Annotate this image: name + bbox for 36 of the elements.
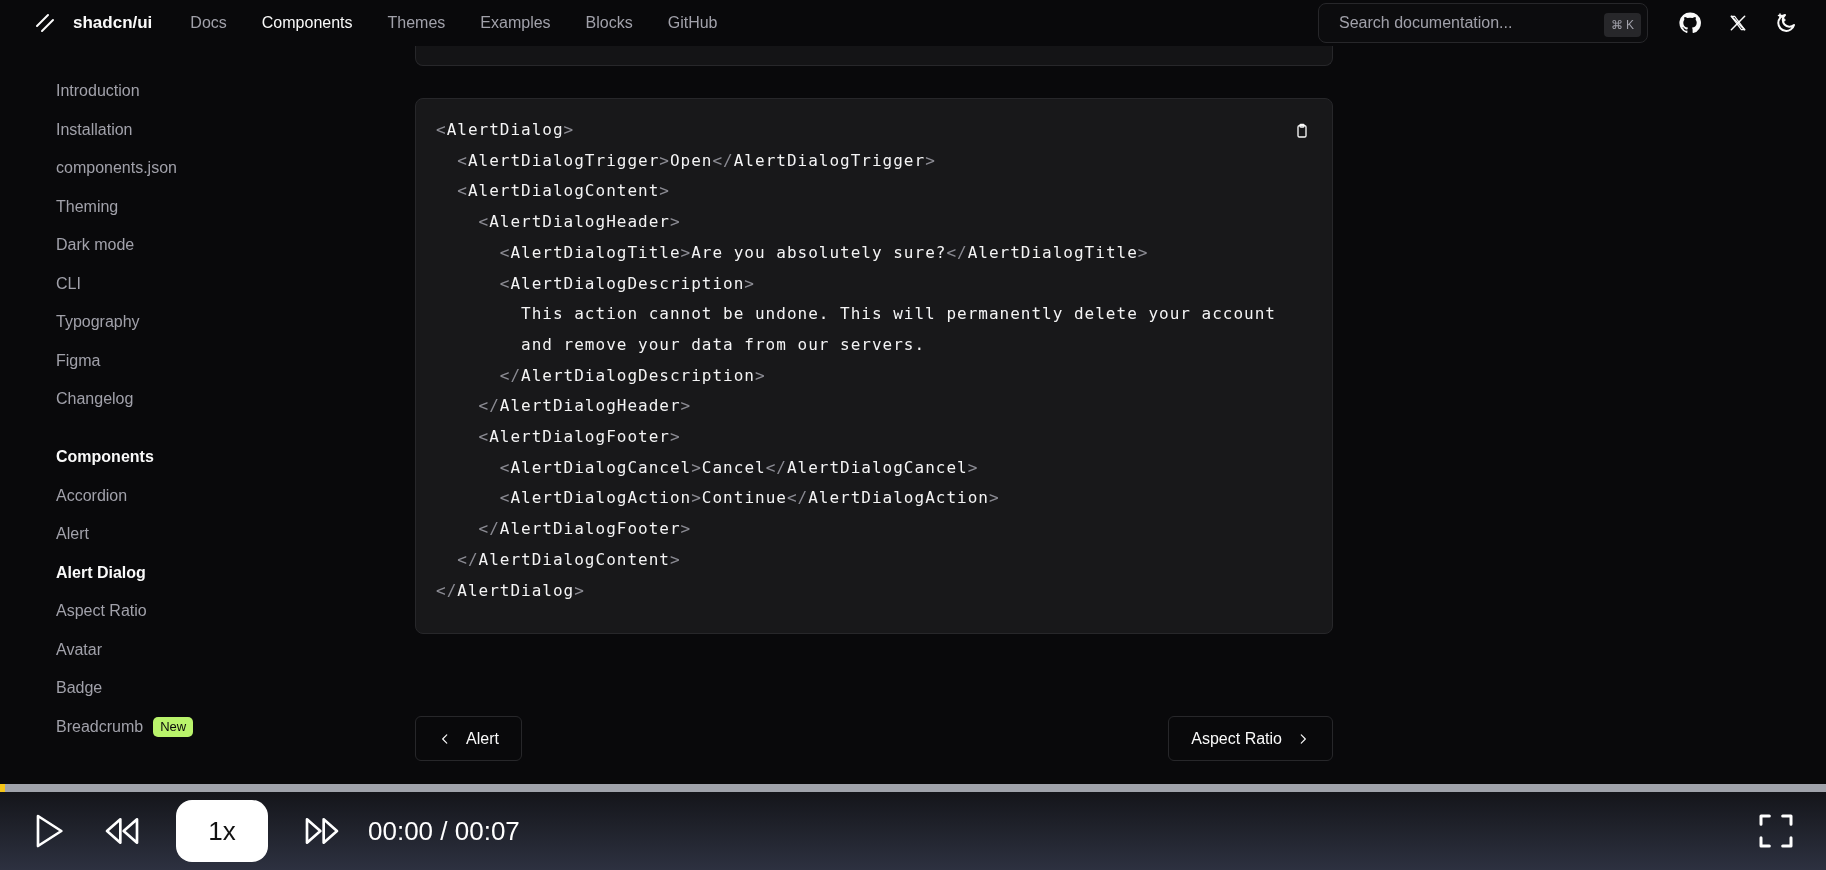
sidebar-item[interactable]: Typography — [56, 303, 140, 342]
nav-link[interactable]: Components — [261, 11, 353, 35]
logo-icon — [33, 11, 57, 35]
sidebar-item[interactable]: Installation — [56, 110, 133, 149]
nav-link[interactable]: Themes — [387, 11, 446, 35]
sidebar-item[interactable]: Dark mode — [56, 226, 135, 265]
sidebar-item[interactable]: Avatar — [56, 630, 102, 669]
new-tag: New — [153, 716, 194, 737]
sidebar-item[interactable]: Figma — [56, 341, 101, 380]
copy-icon[interactable] — [1294, 123, 1310, 139]
nav-link[interactable]: Docs — [190, 11, 227, 35]
sidebar-item[interactable]: Alert — [56, 515, 89, 554]
github-icon[interactable] — [1678, 11, 1702, 35]
nav-link[interactable]: GitHub — [667, 11, 718, 35]
speed-button[interactable]: 1x — [176, 800, 268, 862]
nav-link[interactable]: Examples — [480, 11, 551, 35]
sidebar-item[interactable]: Theming — [56, 187, 119, 226]
next-page-button[interactable]: Aspect Ratio — [1168, 716, 1333, 761]
logo-text: shadcn/ui — [73, 12, 153, 35]
sidebar-item[interactable]: CLI — [56, 264, 81, 303]
sidebar-item[interactable]: Introduction — [56, 72, 140, 111]
playback-time: 00:00 / 00:07 — [368, 814, 520, 848]
previous-page-button[interactable]: Alert — [415, 716, 522, 761]
shortcut-hint: ⌘ K — [1603, 13, 1641, 37]
sidebar-item[interactable]: Alert Dialog — [56, 553, 146, 592]
code-text: <AlertDialog> <AlertDialogTrigger>Open</AlertDialogTrigger> <AlertDialogContent> <AlertDialogHeader> <AlertDialogTitle>Are you absolutely sure?</AlertDialogTitle> <AlertDialogDescription> This action cannot be undone. This will permanently delete your account and remove your data from our servers. </AlertDialogDescription> </AlertDialogHeader> <AlertDialogFooter> <AlertDialogCancel>Cancel</AlertDialogCancel> <AlertDialogAction>Continue</AlertDialogAction> </AlertDialogFooter> </AlertDialogContent> </AlertDialog> — [436, 119, 1276, 602]
sidebar-item[interactable]: Accordion — [56, 476, 128, 515]
sidebar-item[interactable]: Breadcrumb — [56, 707, 144, 746]
x-logo-icon[interactable] — [1728, 13, 1748, 33]
section-heading: Components — [56, 446, 155, 467]
sidebar-item[interactable]: Aspect Ratio — [56, 592, 147, 631]
sidebar-item[interactable]: Badge — [56, 669, 103, 708]
sidebar-item[interactable]: Changelog — [56, 380, 134, 419]
sidebar-item[interactable]: components.json — [56, 149, 177, 188]
moon-stars-icon[interactable] — [1774, 11, 1798, 35]
nav-link[interactable]: Blocks — [585, 11, 633, 35]
